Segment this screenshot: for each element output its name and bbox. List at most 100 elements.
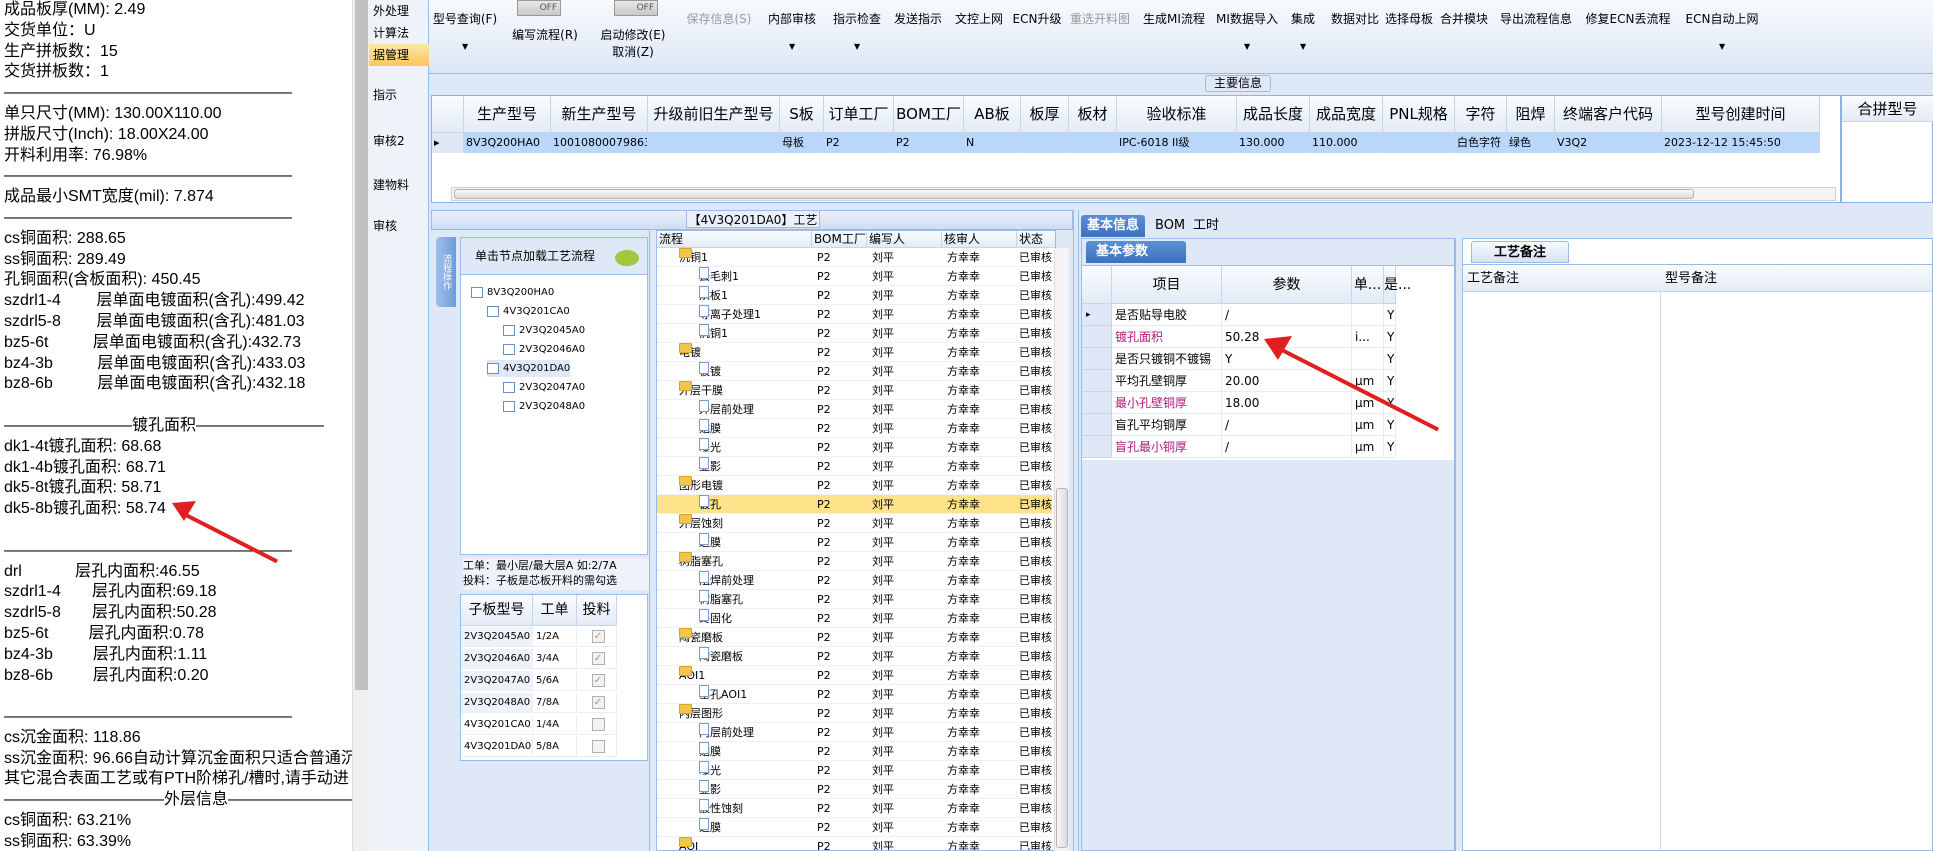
list-item[interactable]: 镀孔 P2 刘平 方幸幸 已审核: [657, 495, 1052, 514]
list-item[interactable]: 内层图形 P2 刘平 方幸幸 已审核: [657, 704, 1052, 723]
toggle-switch[interactable]: OFF: [614, 0, 658, 16]
toolbar-button[interactable]: 文控上网: [952, 10, 1006, 27]
table-cell[interactable]: 2023-12-12 15:45:50: [1662, 133, 1820, 153]
nav-item[interactable]: 审核: [369, 215, 429, 237]
toolbar-button[interactable]: 合并模块: [1436, 10, 1492, 27]
column-header[interactable]: 升级前旧生产型号: [648, 96, 780, 133]
column-header[interactable]: 新生产型号: [551, 96, 648, 133]
column-header[interactable]: 项目: [1112, 266, 1222, 304]
column-header-combined-model[interactable]: 合拼型号: [1842, 96, 1933, 122]
tree-node[interactable]: 8V3Q200HA0: [471, 284, 554, 301]
toolbar-button[interactable]: 生成MI流程: [1139, 10, 1209, 27]
table-cell[interactable]: [577, 737, 617, 757]
toolbar-button[interactable]: 指示检查 ▼: [829, 10, 885, 51]
table-cell[interactable]: [648, 133, 780, 153]
tree-node[interactable]: 2V3Q2045A0: [503, 322, 585, 339]
chat-bubble-icon[interactable]: [615, 250, 639, 266]
table-cell[interactable]: 1/4A: [533, 715, 577, 735]
table-cell[interactable]: 7/8A: [533, 693, 577, 713]
list-item[interactable]: 退膜 P2 刘平 方幸幸 已审核: [657, 533, 1052, 552]
column-header[interactable]: 板材: [1069, 96, 1117, 133]
scrollbar-thumb[interactable]: [355, 0, 368, 690]
toolbar-button[interactable]: 启动修改(E) 取消(Z): [593, 26, 673, 60]
chevron-down-icon[interactable]: ▼: [1244, 42, 1250, 51]
main-grid-hscrollbar[interactable]: [451, 187, 1836, 201]
nav-item[interactable]: 建物料: [369, 174, 429, 196]
table-cell[interactable]: 5/8A: [533, 737, 577, 757]
table-cell[interactable]: [577, 715, 617, 735]
list-item[interactable]: AOIP2刘平方幸幸已审核: [657, 837, 1052, 850]
table-cell[interactable]: IPC-6018 II级: [1117, 133, 1237, 153]
table-cell[interactable]: P2: [894, 133, 964, 153]
toolbar-button[interactable]: 选择母板: [1385, 10, 1433, 27]
splitter[interactable]: [1073, 210, 1079, 851]
tab-basic-info[interactable]: 基本信息: [1081, 215, 1146, 237]
process-side-tab[interactable]: 流程操作: [436, 237, 456, 307]
column-header[interactable]: BOM工厂: [812, 231, 867, 248]
table-cell[interactable]: [1383, 133, 1455, 153]
checkbox[interactable]: [591, 718, 605, 731]
toggle-switch[interactable]: OFF: [517, 0, 561, 16]
scrollbar-thumb[interactable]: [1056, 488, 1068, 848]
param-value[interactable]: /: [1222, 436, 1352, 458]
chevron-down-icon[interactable]: ▼: [462, 42, 468, 51]
table-cell[interactable]: ✓: [577, 693, 617, 713]
list-item[interactable]: 曝光 P2 刘平 方幸幸 已审核: [657, 438, 1052, 457]
list-item[interactable]: 塞孔AOI1 P2 刘平 方幸幸 已审核: [657, 685, 1052, 704]
list-item[interactable]: 阻焊前处理 P2 刘平 方幸幸 已审核: [657, 571, 1052, 590]
toolbar-button[interactable]: 编写流程(R): [507, 26, 583, 43]
list-item[interactable]: 陶瓷磨板 P2 刘平 方幸幸 已审核: [657, 628, 1052, 647]
table-cell[interactable]: ✓: [577, 649, 617, 669]
list-item[interactable]: 沉铜1 P2 刘平 方幸幸 已审核: [657, 324, 1052, 343]
list-item[interactable]: 显影 P2 刘平 方幸幸 已审核: [657, 457, 1052, 476]
table-cell[interactable]: [1021, 133, 1069, 153]
column-header[interactable]: 生产型号: [464, 96, 551, 133]
chevron-down-icon[interactable]: ▼: [1300, 42, 1306, 51]
table-cell[interactable]: 10010800079863: [551, 133, 648, 153]
table-cell[interactable]: [1069, 133, 1117, 153]
param-value[interactable]: /: [1222, 414, 1352, 436]
column-header[interactable]: 成品宽度: [1310, 96, 1383, 133]
list-item[interactable]: 显影 P2 刘平 方幸幸 已审核: [657, 780, 1052, 799]
nav-item[interactable]: 外处理: [369, 0, 429, 22]
chevron-down-icon[interactable]: ▼: [1719, 42, 1725, 51]
column-header[interactable]: 字符: [1455, 96, 1507, 133]
nav-item[interactable]: 据管理: [369, 44, 429, 66]
column-header[interactable]: BOM工厂: [894, 96, 964, 133]
column-header[interactable]: 板厚: [1021, 96, 1069, 133]
table-cell[interactable]: 4V3Q201DA0: [461, 737, 533, 757]
column-header[interactable]: S板: [780, 96, 824, 133]
list-item[interactable]: 去毛刺1 P2 刘平 方幸幸 已审核: [657, 267, 1052, 286]
tree-node[interactable]: 2V3Q2047A0: [503, 379, 585, 396]
column-header[interactable]: 工单: [533, 595, 577, 626]
checkbox[interactable]: ✓: [591, 674, 605, 687]
list-item[interactable]: 终固化 P2 刘平 方幸幸 已审核: [657, 609, 1052, 628]
list-item[interactable]: 烘板1 P2 刘平 方幸幸 已审核: [657, 286, 1052, 305]
list-item[interactable]: 沉铜1 P2 刘平 方幸幸 已审核: [657, 248, 1052, 267]
list-item[interactable]: 内层前处理 P2 刘平 方幸幸 已审核: [657, 723, 1052, 742]
list-item[interactable]: 板镀 P2 刘平 方幸幸 已审核: [657, 362, 1052, 381]
toolbar-button[interactable]: 修复ECN丢流程: [1580, 10, 1676, 27]
column-header[interactable]: 状态: [1017, 231, 1055, 248]
calculation-text-panel[interactable]: 成品板厚(MM): 2.49 交货单位：U 生产拼板数：15 交货拼板数：1 —————…: [0, 0, 352, 851]
nav-item[interactable]: 审核2: [369, 130, 429, 152]
column-header[interactable]: 成品长度: [1237, 96, 1310, 133]
toolbar-button[interactable]: 重选开料图: [1067, 10, 1133, 27]
tree-node[interactable]: 2V3Q2046A0: [503, 341, 585, 358]
table-cell[interactable]: 2V3Q2045A0: [461, 627, 533, 647]
column-header[interactable]: 阻焊: [1507, 96, 1555, 133]
table-cell[interactable]: ✓: [577, 671, 617, 691]
column-header[interactable]: 验收标准: [1117, 96, 1237, 133]
table-cell[interactable]: 110.000: [1310, 133, 1383, 153]
table-cell[interactable]: ✓: [577, 627, 617, 647]
column-header[interactable]: 核审人: [942, 231, 1017, 248]
column-header[interactable]: PNL规格: [1383, 96, 1455, 133]
column-header[interactable]: 订单工厂: [824, 96, 894, 133]
list-item[interactable]: 等离子处理1 P2 刘平 方幸幸 已审核: [657, 305, 1052, 324]
checkbox[interactable]: ✓: [591, 652, 605, 665]
column-header[interactable]: 型号备注: [1665, 265, 1717, 293]
toolbar-button[interactable]: ECN自动上网 ▼: [1683, 10, 1761, 51]
list-item[interactable]: 外层干膜 P2 刘平 方幸幸 已审核: [657, 381, 1052, 400]
list-item[interactable]: 图形电镀 P2 刘平 方幸幸 已审核: [657, 476, 1052, 495]
toolbar-button[interactable]: 数据对比: [1331, 10, 1379, 27]
